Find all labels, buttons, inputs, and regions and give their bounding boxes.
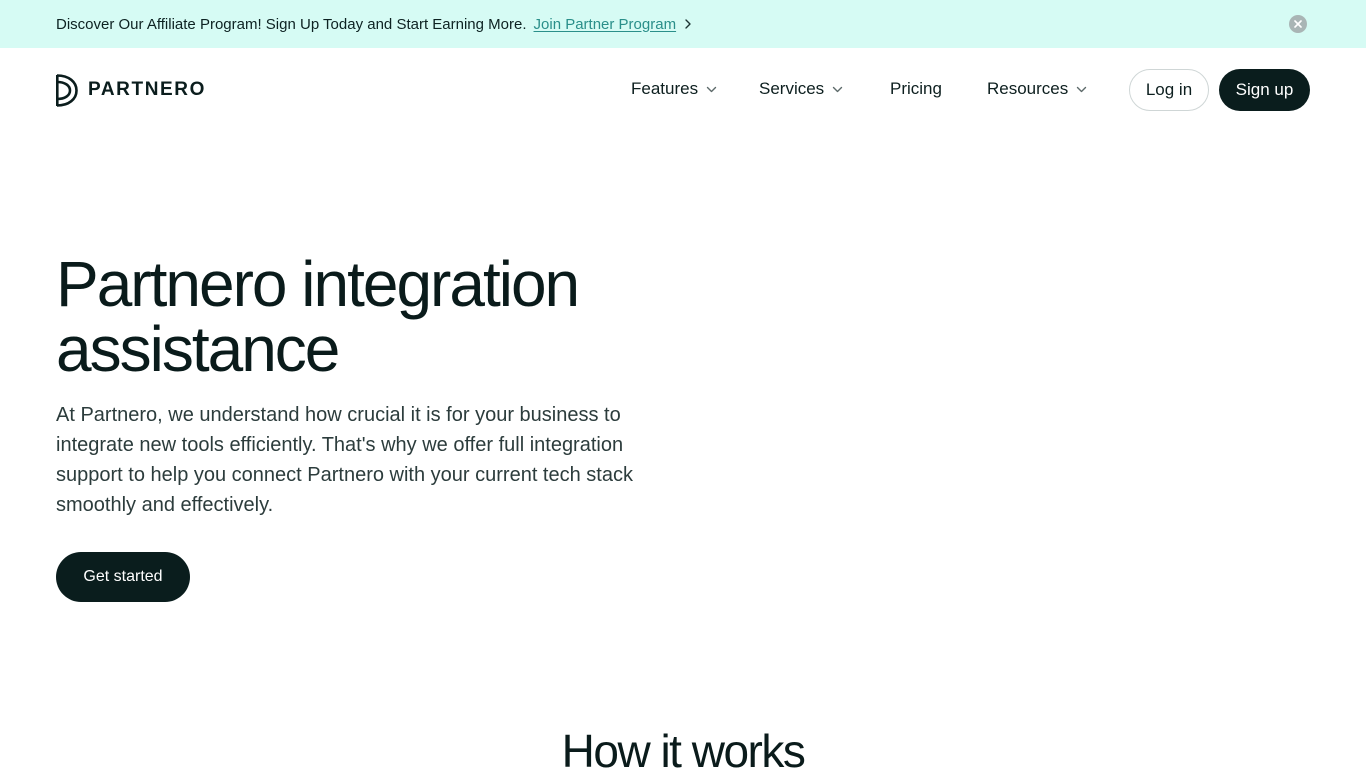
signup-button[interactable]: Sign up (1219, 69, 1310, 111)
nav-features-label: Features (631, 79, 699, 98)
nav-services[interactable]: Services (759, 79, 843, 99)
announcement-bar: Discover Our Affiliate Program! Sign Up … (0, 0, 1366, 48)
hero-description: At Partnero, we understand how crucial i… (56, 404, 633, 516)
how-it-works-title: How it works (561, 725, 806, 777)
chevron-down-icon (832, 86, 843, 92)
partnero-logo-mark (56, 73, 78, 107)
hero-title-line-1: Partnero integration (56, 248, 580, 320)
nav-pricing[interactable]: Pricing (890, 79, 942, 99)
nav-pricing-label: Pricing (890, 79, 942, 98)
nav-features[interactable]: Features (631, 79, 717, 99)
chevron-down-icon (1077, 86, 1087, 92)
chevron-right-icon (685, 19, 691, 29)
chevron-down-icon (706, 86, 717, 92)
close-announcement-button[interactable] (1289, 15, 1307, 33)
hero-title: Partnero integration assistance (56, 252, 756, 382)
announcement-message: Discover Our Affiliate Program! Sign Up … (56, 15, 527, 33)
logo-wordmark: PARTNERO (88, 79, 207, 100)
nav-resources[interactable]: Resources (987, 79, 1087, 99)
nav-services-label: Services (759, 79, 825, 98)
hero-title-line-2: assistance (56, 313, 340, 385)
partnero-logo[interactable]: PARTNERO (56, 73, 206, 107)
login-button[interactable]: Log in (1129, 69, 1209, 111)
get-started-button[interactable]: Get started (56, 552, 190, 602)
nav-resources-label: Resources (987, 79, 1069, 98)
join-partner-program-link[interactable]: Join Partner Program (534, 16, 677, 33)
site-header: PARTNERO Features Services Pricing Resou… (0, 48, 1366, 132)
close-icon (1294, 20, 1302, 28)
